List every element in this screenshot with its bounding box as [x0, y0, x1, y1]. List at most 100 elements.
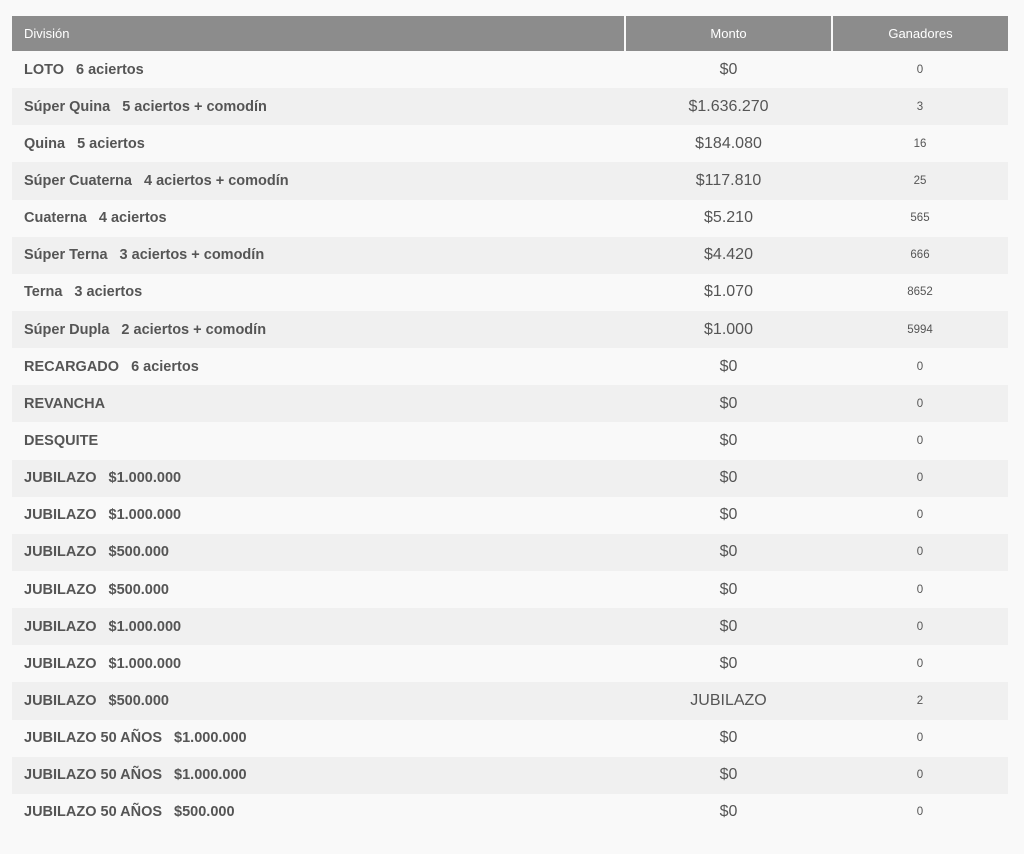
monto-cell: $0 [719, 506, 738, 524]
table-row: JUBILAZO $500.000 $0 0 [12, 570, 1008, 609]
table-row: JUBILAZO $500.000 $0 0 [12, 533, 1008, 571]
division-cell: REVANCHA [12, 385, 625, 422]
ganadores-cell: 0 [916, 657, 924, 670]
ganadores-cell: 16 [913, 137, 927, 150]
results-table: División Monto Ganadores LOTO 6 aciertos $… [12, 16, 1008, 831]
division-detail: 6 aciertos [76, 61, 144, 78]
monto-cell: $0 [719, 543, 738, 561]
division-cell: Súper Terna 3 aciertos + comodín [12, 237, 625, 274]
division-cell: Súper Quina 5 aciertos + comodín [12, 88, 625, 125]
division-name: Súper Dupla [24, 321, 110, 338]
division-name: JUBILAZO 50 AÑOS [24, 730, 163, 747]
division-name: Súper Terna [24, 247, 108, 264]
ganadores-cell: 0 [916, 620, 924, 633]
division-cell: JUBILAZO 50 AÑOS $500.000 [12, 794, 625, 831]
monto-cell: $4.420 [704, 246, 753, 264]
monto-cell: $0 [719, 431, 738, 449]
table-row: Súper Terna 3 aciertos + comodín $4.420 666 [12, 236, 1008, 274]
division-detail: 3 aciertos [74, 284, 143, 301]
table-row: JUBILAZO 50 AÑOS $500.000 $0 0 [12, 793, 1008, 831]
division-detail: $500.000 [108, 692, 169, 709]
division-cell: Quina 5 aciertos [12, 125, 625, 162]
division-name: RECARGADO [24, 358, 120, 375]
division-cell: Terna 3 aciertos [12, 274, 625, 311]
division-name: Cuaterna [24, 210, 87, 227]
ganadores-cell: 0 [916, 63, 924, 76]
division-cell: Súper Dupla 2 aciertos + comodín [12, 311, 625, 348]
division-detail: 3 aciertos + comodín [119, 247, 265, 264]
ganadores-cell: 0 [916, 546, 924, 559]
division-detail: 4 aciertos + comodín [143, 172, 289, 189]
monto-cell: $0 [719, 729, 738, 747]
monto-cell: $0 [719, 60, 738, 78]
division-cell: RECARGADO 6 aciertos [12, 348, 625, 385]
division-detail: 5 aciertos [77, 135, 145, 152]
table-row: Súper Cuaterna 4 aciertos + comodín $117.8… [12, 162, 1008, 200]
division-name: Súper Quina [24, 98, 111, 115]
ganadores-cell: 0 [916, 472, 924, 485]
division-cell: Cuaterna 4 aciertos [12, 200, 625, 237]
header-row: División Monto Ganadores [12, 16, 1008, 51]
monto-cell: $0 [719, 654, 738, 672]
table-row: JUBILAZO 50 AÑOS $1.000.000 $0 0 [12, 719, 1008, 757]
division-name: DESQUITE [24, 432, 99, 449]
table-row: JUBILAZO $500.000 JUBILAZO 2 [12, 682, 1008, 720]
division-name: JUBILAZO 50 AÑOS [24, 804, 163, 821]
ganadores-cell: 0 [916, 434, 924, 447]
table-body: LOTO 6 aciertos $0 0 Súper Quina 5 aciertos +… [12, 51, 1008, 831]
header-ganadores: Ganadores [832, 16, 1008, 51]
division-name: JUBILAZO [24, 470, 97, 487]
division-name: JUBILAZO [24, 618, 97, 635]
ganadores-cell: 0 [916, 769, 924, 782]
monto-cell: $117.810 [695, 171, 762, 189]
division-name: JUBILAZO [24, 655, 97, 672]
division-name: JUBILAZO 50 AÑOS [24, 767, 163, 784]
ganadores-cell: 5994 [907, 323, 933, 336]
division-detail: 6 aciertos [131, 358, 199, 375]
ganadores-cell: 2 [916, 694, 924, 707]
table-row: Súper Quina 5 aciertos + comodín $1.636.27… [12, 88, 1008, 126]
division-detail: $1.000.000 [174, 767, 247, 784]
division-name: Terna [24, 284, 63, 301]
table-row: JUBILAZO $1.000.000 $0 0 [12, 645, 1008, 683]
monto-cell: $0 [719, 803, 738, 821]
results-table-container: División Monto Ganadores LOTO 6 aciertos $… [12, 16, 1008, 831]
table-row: REVANCHA $0 0 [12, 385, 1008, 423]
division-detail: $500.000 [108, 581, 169, 598]
ganadores-cell: 565 [910, 212, 930, 225]
division-cell: JUBILAZO $1.000.000 [12, 497, 625, 534]
division-name: Súper Cuaterna [24, 172, 132, 189]
division-detail: $500.000 [108, 544, 169, 561]
division-cell: JUBILAZO $500.000 [12, 571, 625, 608]
table-row: LOTO 6 aciertos $0 0 [12, 51, 1008, 89]
monto-cell: $0 [719, 394, 738, 412]
table-header: División Monto Ganadores [12, 16, 1008, 51]
division-cell: JUBILAZO $500.000 [12, 534, 625, 571]
table-row: Cuaterna 4 aciertos $5.210 565 [12, 199, 1008, 237]
division-detail: $1.000.000 [108, 618, 182, 635]
monto-cell: $1.000 [704, 320, 753, 338]
division-name: REVANCHA [24, 395, 106, 412]
ganadores-cell: 0 [916, 360, 924, 373]
division-detail: $1.000.000 [108, 470, 182, 487]
ganadores-cell: 0 [916, 509, 924, 522]
monto-cell: $5.210 [704, 209, 753, 227]
division-detail: 5 aciertos + comodín [122, 98, 267, 115]
header-division: División [12, 16, 626, 51]
division-detail: $1.000.000 [174, 730, 247, 747]
ganadores-cell: 0 [916, 732, 924, 745]
division-detail: 4 aciertos [98, 210, 167, 227]
table-row: Súper Dupla 2 aciertos + comodín $1.000 599… [12, 310, 1008, 349]
table-row: DESQUITE $0 0 [12, 422, 1008, 460]
table-row: RECARGADO 6 aciertos $0 0 [12, 348, 1008, 386]
ganadores-cell: 666 [910, 249, 930, 262]
table-row: JUBILAZO $1.000.000 $0 0 [12, 496, 1008, 534]
monto-cell: JUBILAZO [690, 691, 767, 709]
table-row: Terna 3 aciertos $1.070 8652 [12, 273, 1008, 311]
division-cell: JUBILAZO $1.000.000 [12, 460, 625, 497]
monto-cell: $0 [719, 580, 738, 598]
monto-cell: $1.070 [704, 283, 753, 301]
division-cell: LOTO 6 aciertos [12, 51, 625, 88]
ganadores-cell: 8652 [907, 286, 933, 299]
ganadores-cell: 0 [916, 583, 924, 596]
